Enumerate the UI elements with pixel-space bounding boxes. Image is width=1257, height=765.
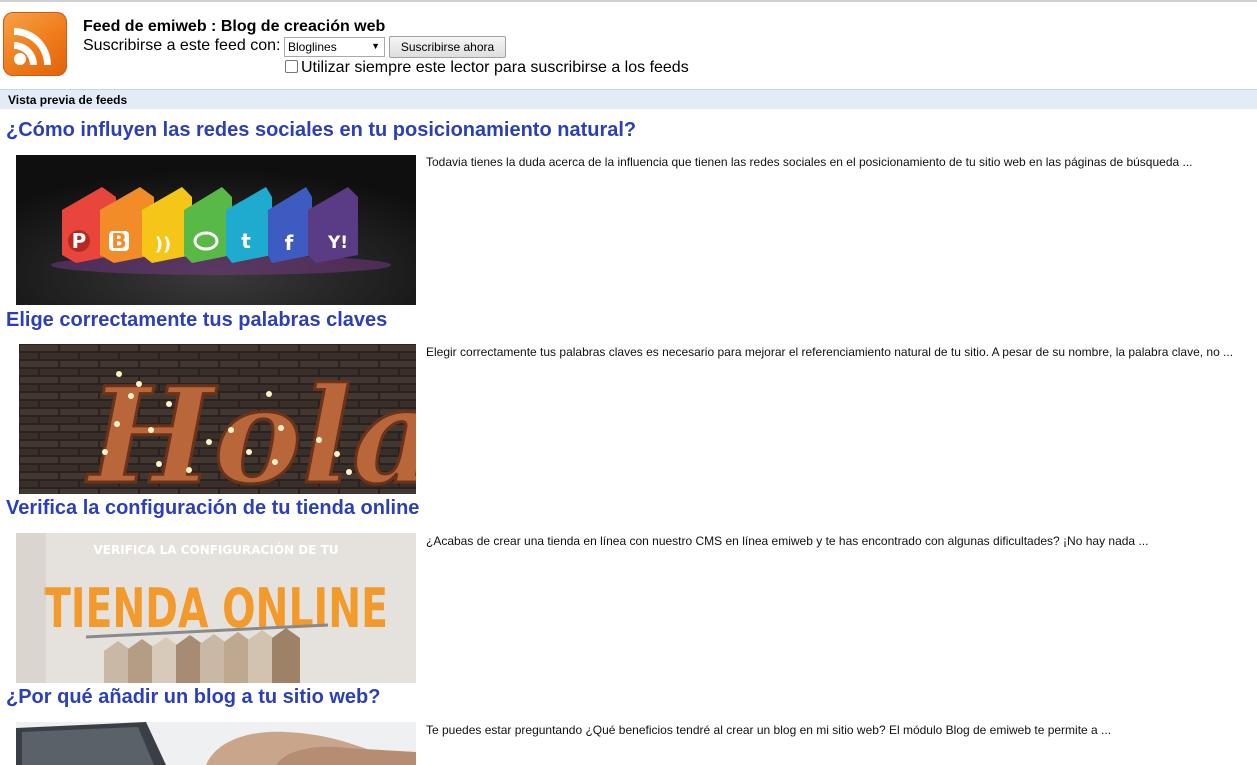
- feed-title: Feed de emiweb : Blog de creación web: [83, 18, 386, 35]
- always-use-reader-label: Utilizar siempre este lector para suscri…: [301, 59, 689, 76]
- tienda-online-banner-image[interactable]: VERIFICA LA CONFIGURACIÓN DE TU TIENDA O…: [16, 533, 416, 683]
- entry-title[interactable]: Verifica la configuración de tu tienda o…: [6, 497, 419, 520]
- svg-text:P: P: [72, 229, 87, 253]
- reader-select[interactable]: Bloglines ▼: [284, 37, 385, 57]
- svg-text:B: B: [111, 229, 126, 253]
- svg-text:t: t: [241, 229, 251, 253]
- feed-preview-bar: Vista previa de feeds: [0, 89, 1257, 109]
- feed-preview-heading: Vista previa de feeds: [8, 93, 128, 107]
- svg-text:f: f: [285, 231, 294, 255]
- feed-header: Feed de emiweb : Blog de creación web Su…: [0, 2, 1257, 88]
- subscribe-now-button[interactable]: Suscribirse ahora: [389, 36, 506, 58]
- entry-summary: Todavia tienes la duda acerca de la infl…: [426, 155, 1193, 169]
- laptop-typing-image[interactable]: [16, 722, 416, 765]
- hola-sign-text: Hola: [85, 359, 416, 494]
- rss-feed-icon: [3, 12, 67, 76]
- banner-caption: VERIFICA LA CONFIGURACIÓN DE TU: [93, 542, 338, 557]
- entry-summary: Elegir correctamente tus palabras claves…: [426, 345, 1234, 359]
- hola-marquee-sign-image[interactable]: Hola: [19, 344, 416, 494]
- entry-title[interactable]: Elige correctamente tus palabras claves: [6, 309, 387, 332]
- entry-summary: ¿Acabas de crear una tienda en línea con…: [426, 534, 1149, 548]
- svg-text:Y!: Y!: [327, 233, 348, 253]
- svg-text:)): )): [155, 234, 171, 255]
- entry-summary: Te puedes estar preguntando ¿Qué benefic…: [426, 723, 1112, 737]
- reader-select-value: Bloglines: [288, 40, 337, 54]
- social-media-chalk-image[interactable]: P B )) t f Y!: [16, 155, 416, 305]
- always-use-reader-checkbox[interactable]: [285, 60, 298, 73]
- subscribe-label: Suscribirse a este feed con:: [83, 37, 281, 54]
- entry-title[interactable]: ¿Cómo influyen las redes sociales en tu …: [6, 119, 636, 142]
- chevron-down-icon: ▼: [371, 41, 380, 51]
- entry-title[interactable]: ¿Por qué añadir un blog a tu sitio web?: [6, 686, 380, 709]
